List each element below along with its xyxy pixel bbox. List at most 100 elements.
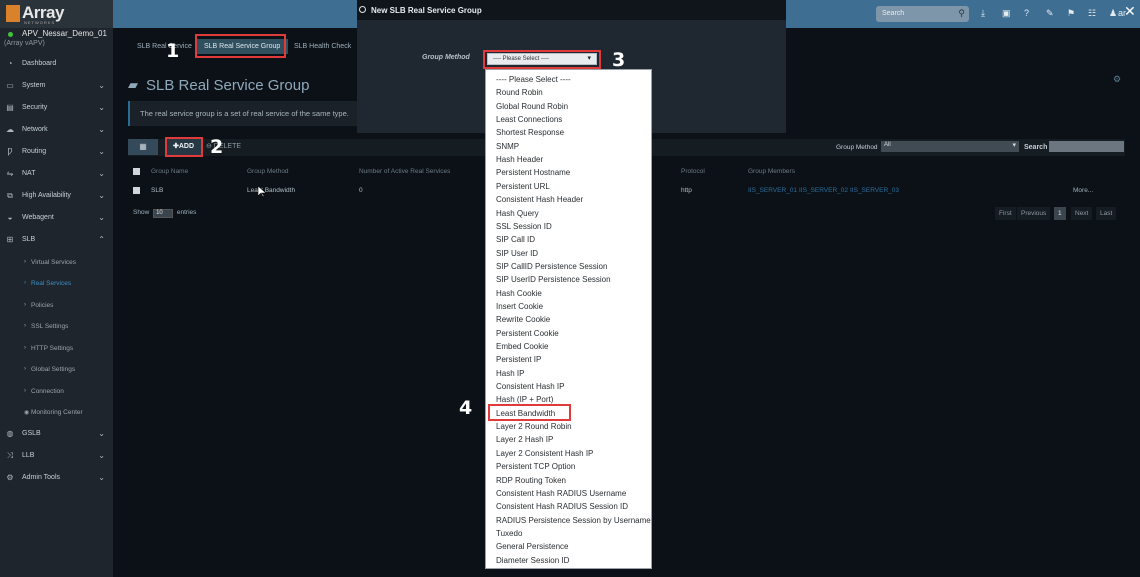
option-item[interactable]: Consistent Hash Header (496, 195, 583, 204)
sidebar-item-label: Dashboard (22, 60, 57, 67)
option-item[interactable]: Layer 2 Consistent Hash IP (496, 449, 593, 458)
option-item[interactable]: Hash Query (496, 209, 539, 218)
option-item[interactable]: Global Round Robin (496, 102, 568, 111)
help-icon[interactable]: ? (1024, 8, 1029, 18)
sidebar-subitem-label: Connection (31, 388, 64, 395)
option-item[interactable]: Rewrite Cookie (496, 315, 550, 324)
option-item[interactable]: RADIUS Persistence Session by Username (496, 516, 651, 525)
save-icon[interactable]: ▣ (1002, 8, 1011, 19)
sidebar-subitem-virtual-services[interactable]: › Virtual Services (0, 255, 113, 271)
sidebar-item-dashboard[interactable]: ◔ Dashboard (0, 56, 113, 74)
sidebar-item-webagent[interactable]: ◒ Webagent ⌄ (0, 210, 113, 228)
page-length-select[interactable]: 10 (153, 209, 174, 218)
pager-next[interactable]: Next (1071, 207, 1093, 220)
option-item[interactable]: RDP Routing Token (496, 476, 566, 485)
tab-slb-real-service[interactable]: SLB Real Service (129, 39, 200, 54)
option-item[interactable]: SNMP (496, 142, 519, 151)
option-item[interactable]: SIP UserID Persistence Session (496, 275, 611, 284)
logo[interactable]: Array NETWORKS (0, 0, 113, 28)
option-item[interactable]: Persistent URL (496, 182, 550, 191)
grid-view-button[interactable]: ▦ (128, 139, 158, 155)
option-item[interactable]: Persistent Cookie (496, 329, 559, 338)
close-icon[interactable]: ✕ (1124, 3, 1136, 20)
option-item[interactable]: Round Robin (496, 88, 543, 97)
sidebar: Array NETWORKS APV_Nessar_Demo_01 (Array… (0, 0, 113, 577)
sidebar-item-gslb[interactable]: ◍ GSLB ⌄ (0, 426, 113, 444)
option-item[interactable]: General Persistence (496, 542, 568, 551)
user-icon[interactable]: ♟ (1109, 8, 1117, 19)
option-item[interactable]: Layer 2 Round Robin (496, 422, 572, 431)
sidebar-item-security[interactable]: ▤ Security ⌄ (0, 100, 113, 118)
sidebar-item-label: SLB (22, 236, 36, 243)
sidebar-item-llb[interactable]: ⤨ LLB ⌄ (0, 448, 113, 466)
sidebar-subitem-ssl-settings[interactable]: › SSL Settings (0, 319, 113, 335)
sidebar-item-label: Security (22, 104, 48, 111)
sidebar-subitem-monitoring-center[interactable]: ◉ Monitoring Center (0, 405, 113, 421)
sidebar-item-slb[interactable]: ⊞ SLB ⌃ (0, 232, 113, 250)
sidebar-subitem-label: Monitoring Center (31, 409, 83, 416)
sidebar-subitem-http-settings[interactable]: › HTTP Settings (0, 341, 113, 357)
users-icon[interactable]: ☷ (1088, 8, 1096, 19)
option-item[interactable]: ---- Please Select ---- (496, 75, 571, 84)
wizard-icon[interactable]: ✎ (1046, 8, 1054, 19)
table-search-input[interactable] (1049, 141, 1124, 152)
option-item[interactable]: Insert Cookie (496, 302, 543, 311)
member-link[interactable]: IIS_SERVER_01 (748, 187, 797, 194)
option-item[interactable]: Tuxedo (496, 529, 522, 538)
sitemap-icon: ⊞ (6, 235, 14, 244)
option-item[interactable]: Hash IP (496, 369, 524, 378)
option-item[interactable]: SSL Session ID (496, 222, 552, 231)
member-link[interactable]: IIS_SERVER_03 (850, 187, 899, 194)
option-item[interactable]: Hash Cookie (496, 289, 542, 298)
tab-slb-health-check[interactable]: SLB Health Check (286, 39, 359, 54)
select-all-checkbox[interactable] (133, 168, 140, 175)
pager-last[interactable]: Last (1096, 207, 1117, 220)
option-item[interactable]: Persistent Hostname (496, 168, 570, 177)
filter-group-method-select[interactable]: All ▾ (881, 141, 1019, 152)
sidebar-item-system[interactable]: ▭ System ⌄ (0, 78, 113, 96)
pager-previous[interactable]: Previous (1017, 207, 1051, 220)
option-item[interactable]: Embed Cookie (496, 342, 548, 351)
sidebar-item-admin-tools[interactable]: ⚙ Admin Tools ⌄ (0, 470, 113, 488)
description-text: The real service group is a set of real … (140, 109, 349, 118)
sidebar-item-nat[interactable]: ⇋ NAT ⌄ (0, 166, 113, 184)
settings-gear-icon[interactable]: ⚙ (1113, 74, 1121, 85)
sidebar-subitem-global-settings[interactable]: › Global Settings (0, 362, 113, 378)
option-item[interactable]: Persistent IP (496, 355, 541, 364)
sidebar-item-high-availability[interactable]: ⧉ High Availability ⌄ (0, 188, 113, 206)
option-item[interactable]: Shortest Response (496, 128, 564, 137)
pager-page-1[interactable]: 1 (1054, 207, 1066, 220)
member-link[interactable]: IIS_SERVER_02 (799, 187, 848, 194)
search-icon[interactable]: ⚲ (958, 8, 965, 19)
download-icon[interactable]: ⤓ (981, 8, 985, 19)
option-item[interactable]: Hash Header (496, 155, 543, 164)
option-item[interactable]: Diameter Session ID (496, 556, 569, 565)
sidebar-subitem-real-services[interactable]: › Real Services (0, 276, 113, 292)
option-item[interactable]: Layer 2 Hash IP (496, 435, 553, 444)
header-protocol[interactable]: Protocol (681, 168, 705, 175)
row-checkbox[interactable] (133, 187, 140, 194)
sidebar-subitem-connection[interactable]: › Connection (0, 384, 113, 400)
sidebar-subitem-label: HTTP Settings (31, 345, 74, 352)
option-item[interactable]: Consistent Hash IP (496, 382, 564, 391)
option-item[interactable]: Persistent TCP Option (496, 462, 575, 471)
header-group-members[interactable]: Group Members (748, 168, 795, 175)
sidebar-subitem-policies[interactable]: › Policies (0, 298, 113, 314)
header-active-services[interactable]: Number of Active Real Services (359, 168, 450, 175)
sidebar-item-routing[interactable]: Ƿ Routing ⌄ (0, 144, 113, 162)
flag-icon[interactable]: ⚑ (1067, 8, 1075, 19)
header-group-name[interactable]: Group Name (151, 168, 188, 175)
modal-title: New SLB Real Service Group (371, 6, 482, 15)
option-item[interactable]: SIP CallID Persistence Session (496, 262, 607, 271)
option-item[interactable]: Consistent Hash RADIUS Session ID (496, 502, 628, 511)
cell-group-name: SLB (151, 187, 164, 194)
option-item[interactable]: SIP User ID (496, 249, 538, 258)
option-item[interactable]: Least Connections (496, 115, 562, 124)
header-group-method[interactable]: Group Method (247, 168, 289, 175)
sidebar-item-network[interactable]: ☁ Network ⌄ (0, 122, 113, 140)
pager-first[interactable]: First (995, 207, 1016, 220)
option-item[interactable]: Consistent Hash RADIUS Username (496, 489, 626, 498)
more-link[interactable]: More... (1073, 187, 1093, 194)
option-item[interactable]: SIP Call ID (496, 235, 535, 244)
global-search-input[interactable]: Search ⚲ (876, 6, 969, 22)
